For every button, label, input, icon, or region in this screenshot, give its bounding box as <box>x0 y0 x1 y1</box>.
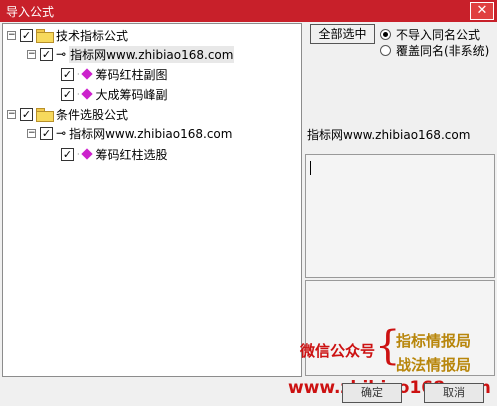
group-checkbox[interactable]: ✓ <box>20 28 33 42</box>
source-checkbox[interactable]: ✓ <box>40 126 53 140</box>
key-icon: ⊸ <box>56 47 67 61</box>
tree-group-screening[interactable]: − ✓ 条件选股公式 <box>7 105 128 123</box>
group-label: 技术指标公式 <box>56 28 129 43</box>
collapse-icon[interactable]: − <box>7 30 16 40</box>
tree-source-indicators[interactable]: − ✓ ⊸ 指标网www.zhibiao168.com <box>27 45 235 63</box>
folder-icon <box>36 108 54 122</box>
formula-icon <box>80 148 93 160</box>
text-caret <box>310 161 311 175</box>
watermark-line2: 战法情报局 <box>396 356 472 374</box>
watermark-line1: 指标情报局 <box>396 332 472 350</box>
source-checkbox[interactable]: ✓ <box>40 47 53 61</box>
radio-overwrite[interactable]: 覆盖同名(非系统) <box>380 42 489 58</box>
ok-button[interactable]: 确定 <box>342 383 402 403</box>
group-label: 条件选股公式 <box>56 107 129 122</box>
formula-icon <box>80 68 93 80</box>
selected-source-label: 指标网www.zhibiao168.com <box>307 128 471 142</box>
tree-source-screening[interactable]: − ✓ ⊸ 指标网www.zhibiao168.com <box>27 124 232 142</box>
collapse-icon[interactable]: − <box>27 128 36 138</box>
item-checkbox[interactable]: ✓ <box>61 87 74 101</box>
folder-icon <box>36 29 54 43</box>
tree-group-indicators[interactable]: − ✓ 技术指标公式 <box>7 26 128 44</box>
item-label: 大成筹码峰副 <box>95 87 168 102</box>
source-label: 指标网www.zhibiao168.com <box>69 126 233 141</box>
radio-skip-duplicates[interactable]: 不导入同名公式 <box>380 26 480 42</box>
tree-branch-icon: · <box>77 69 80 79</box>
item-checkbox[interactable]: ✓ <box>61 147 74 161</box>
group-checkbox[interactable]: ✓ <box>20 107 33 121</box>
title-bar: 导入公式 ✕ <box>0 0 497 22</box>
tree-item[interactable]: ✓ · 筹码红柱选股 <box>61 145 168 163</box>
collapse-icon[interactable]: − <box>7 109 16 119</box>
tree-branch-icon: · <box>77 149 80 159</box>
key-icon: ⊸ <box>56 126 67 140</box>
radio-label: 不导入同名公式 <box>396 27 481 42</box>
close-button[interactable]: ✕ <box>470 2 494 20</box>
select-all-button[interactable]: 全部选中 <box>310 24 375 44</box>
window-title: 导入公式 <box>6 5 55 19</box>
radio-selected-icon[interactable] <box>380 28 391 40</box>
tree-item[interactable]: ✓ · 筹码红柱副图 <box>61 65 168 83</box>
cancel-button[interactable]: 取消 <box>424 383 484 403</box>
source-label: 指标网www.zhibiao168.com <box>69 45 235 63</box>
radio-label: 覆盖同名(非系统) <box>396 43 490 58</box>
watermark-wechat: 微信公众号 <box>300 342 376 360</box>
formula-tree[interactable]: − ✓ 技术指标公式 − ✓ ⊸ 指标网www.zhibiao168.com ✓… <box>2 23 302 377</box>
tree-item[interactable]: ✓ · 大成筹码峰副 <box>61 85 168 103</box>
item-label: 筹码红柱选股 <box>95 147 168 162</box>
formula-description-box[interactable] <box>305 154 495 278</box>
tree-branch-icon: · <box>77 89 80 99</box>
item-label: 筹码红柱副图 <box>95 67 168 82</box>
collapse-icon[interactable]: − <box>27 49 36 59</box>
formula-icon <box>80 88 93 100</box>
radio-unselected-icon[interactable] <box>380 44 391 56</box>
item-checkbox[interactable]: ✓ <box>61 67 74 81</box>
